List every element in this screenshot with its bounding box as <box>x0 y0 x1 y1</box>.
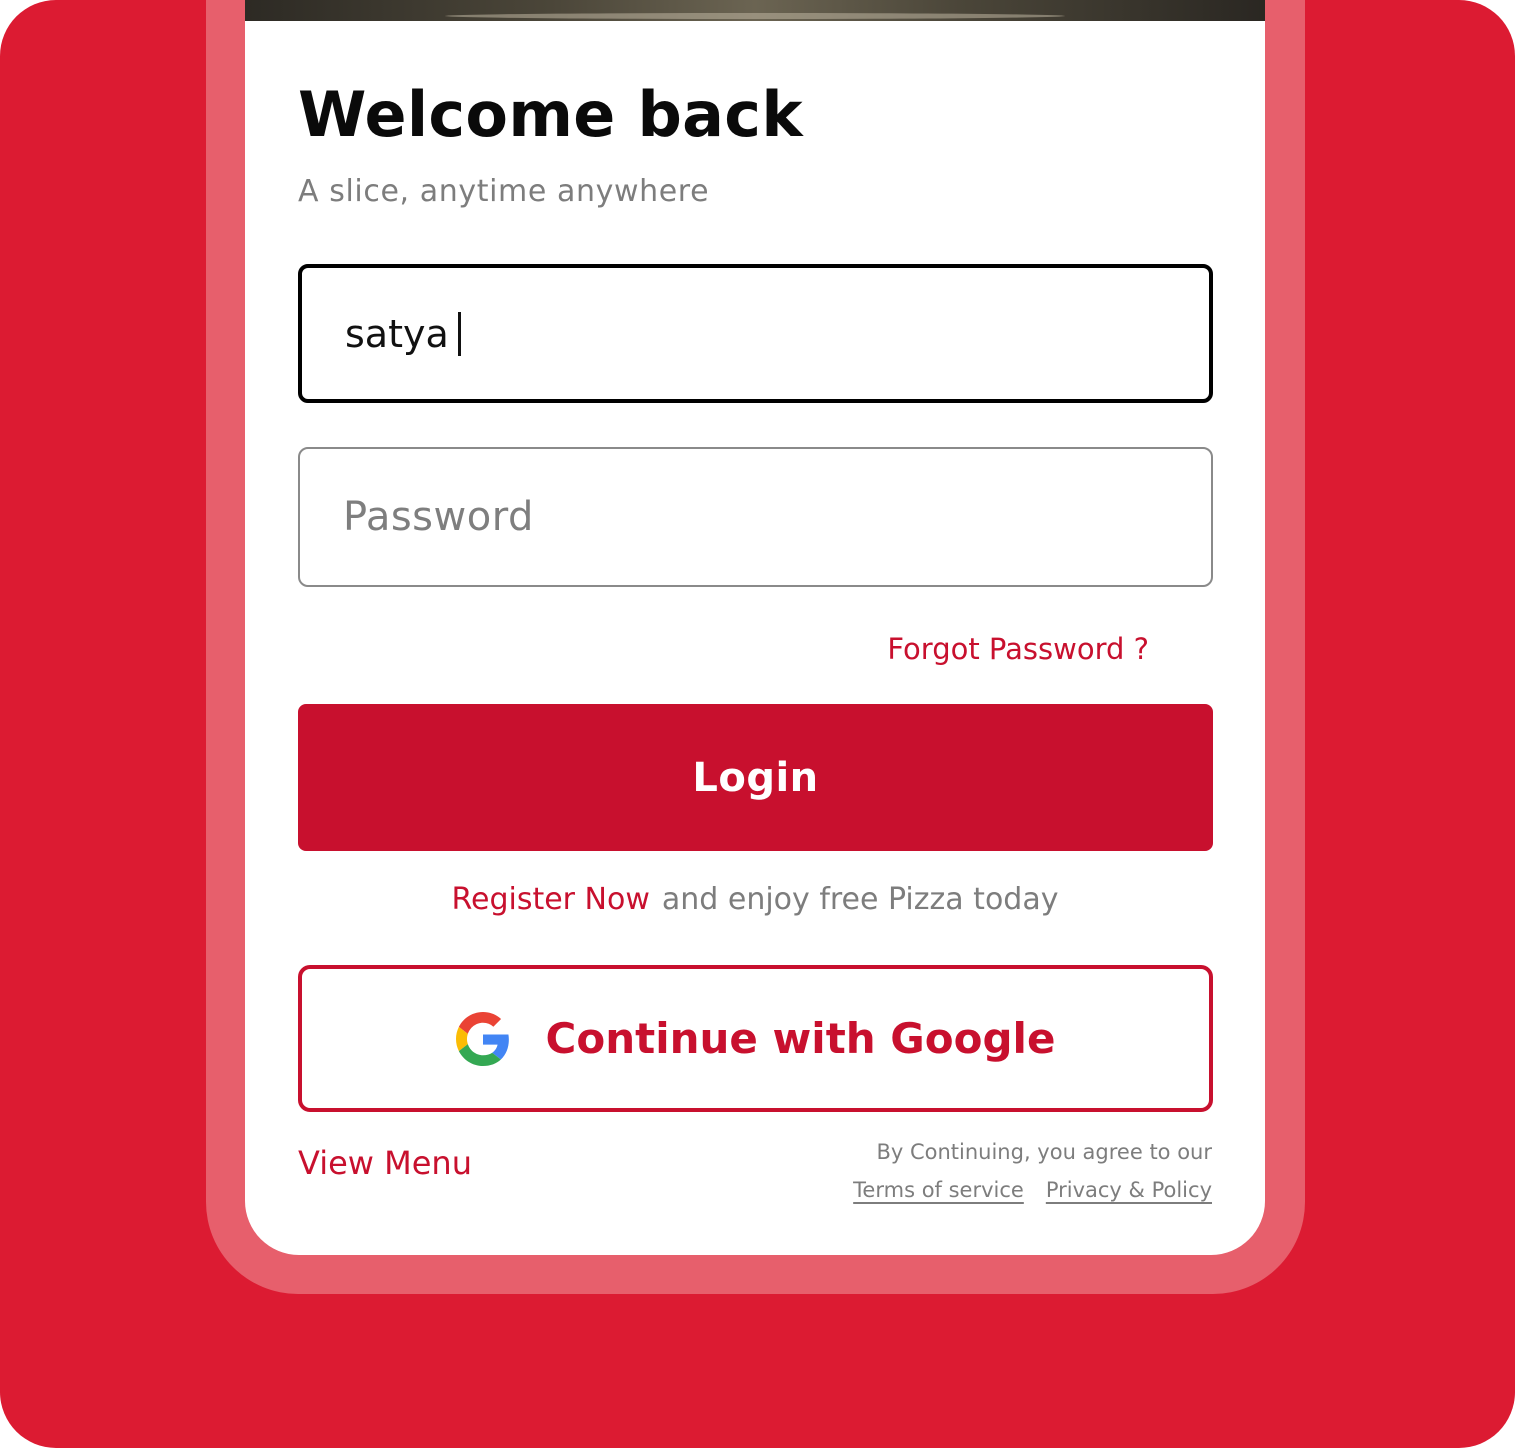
forgot-password-link[interactable]: Forgot Password ? <box>887 632 1149 666</box>
legal-links: Terms of service Privacy & Policy <box>853 1178 1212 1202</box>
page-subtitle: A slice, anytime anywhere <box>298 174 710 209</box>
hero-image <box>245 0 1265 21</box>
legal-notice-text: By Continuing, you agree to our <box>876 1140 1212 1164</box>
text-cursor <box>457 311 461 356</box>
continue-with-google-button[interactable]: Continue with Google <box>298 965 1213 1112</box>
terms-of-service-link[interactable]: Terms of service <box>853 1178 1024 1202</box>
register-prompt: Register Now and enjoy free Pizza today <box>245 882 1265 917</box>
password-field[interactable]: Password <box>298 447 1213 587</box>
continue-with-google-label: Continue with Google <box>545 1014 1056 1063</box>
username-field[interactable]: satya <box>298 264 1213 403</box>
login-screen: Welcome back A slice, anytime anywhere s… <box>245 0 1265 1255</box>
view-menu-link[interactable]: View Menu <box>298 1144 472 1182</box>
privacy-policy-link[interactable]: Privacy & Policy <box>1046 1178 1212 1202</box>
login-button[interactable]: Login <box>298 704 1213 851</box>
google-icon <box>455 1011 509 1066</box>
page-title: Welcome back <box>298 78 803 151</box>
register-prompt-text: and enjoy free Pizza today <box>661 882 1059 917</box>
username-value: satya <box>345 311 449 356</box>
password-placeholder: Password <box>343 494 534 540</box>
register-now-link[interactable]: Register Now <box>452 882 650 917</box>
legal-notice: By Continuing, you agree to our Terms of… <box>853 1140 1212 1202</box>
app-background: Welcome back A slice, anytime anywhere s… <box>0 0 1515 1448</box>
